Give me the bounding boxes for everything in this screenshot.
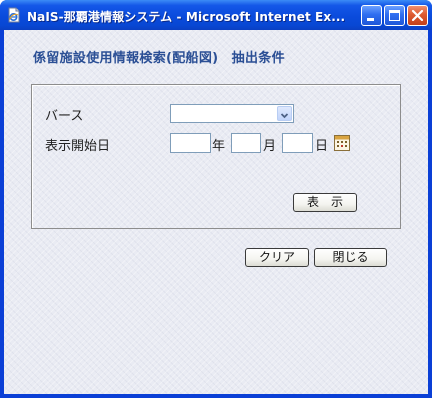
berth-label: バース [45,109,84,124]
minimize-button[interactable] [361,5,382,26]
maximize-button[interactable] [384,5,405,26]
title-bar[interactable]: NaIS-那覇港情報システム - Microsoft Internet Ex..… [0,0,432,30]
start-date-label: 表示開始日 [45,139,111,154]
window-title: NaIS-那覇港情報システム - Microsoft Internet Ex..… [27,10,346,24]
maximize-icon [389,10,400,21]
day-input[interactable] [282,133,313,153]
minimize-icon [367,18,374,21]
day-unit: 日 [315,139,329,154]
display-button[interactable]: 表 示 [293,193,357,212]
browser-window: NaIS-那覇港情報システム - Microsoft Internet Ex..… [0,0,432,398]
close-window-button[interactable] [407,5,428,26]
dropdown-button[interactable] [277,106,292,121]
page-content: 係留施設使用情報検索(配船図) 抽出条件 バース 表示開始日 年 月 日 表 示… [4,30,428,394]
close-button[interactable]: 閉じる [314,248,387,267]
year-unit: 年 [212,139,226,154]
ie-page-icon [6,7,22,23]
chevron-down-icon [280,113,289,119]
page-title: 係留施設使用情報検索(配船図) 抽出条件 [33,51,285,66]
berth-select[interactable] [170,104,294,123]
calendar-icon[interactable] [334,135,350,151]
year-input[interactable] [170,133,211,153]
window-border-bottom [0,394,432,398]
month-unit: 月 [263,139,277,154]
month-input[interactable] [231,133,261,153]
clear-button[interactable]: クリア [245,248,309,267]
close-icon [411,9,424,22]
